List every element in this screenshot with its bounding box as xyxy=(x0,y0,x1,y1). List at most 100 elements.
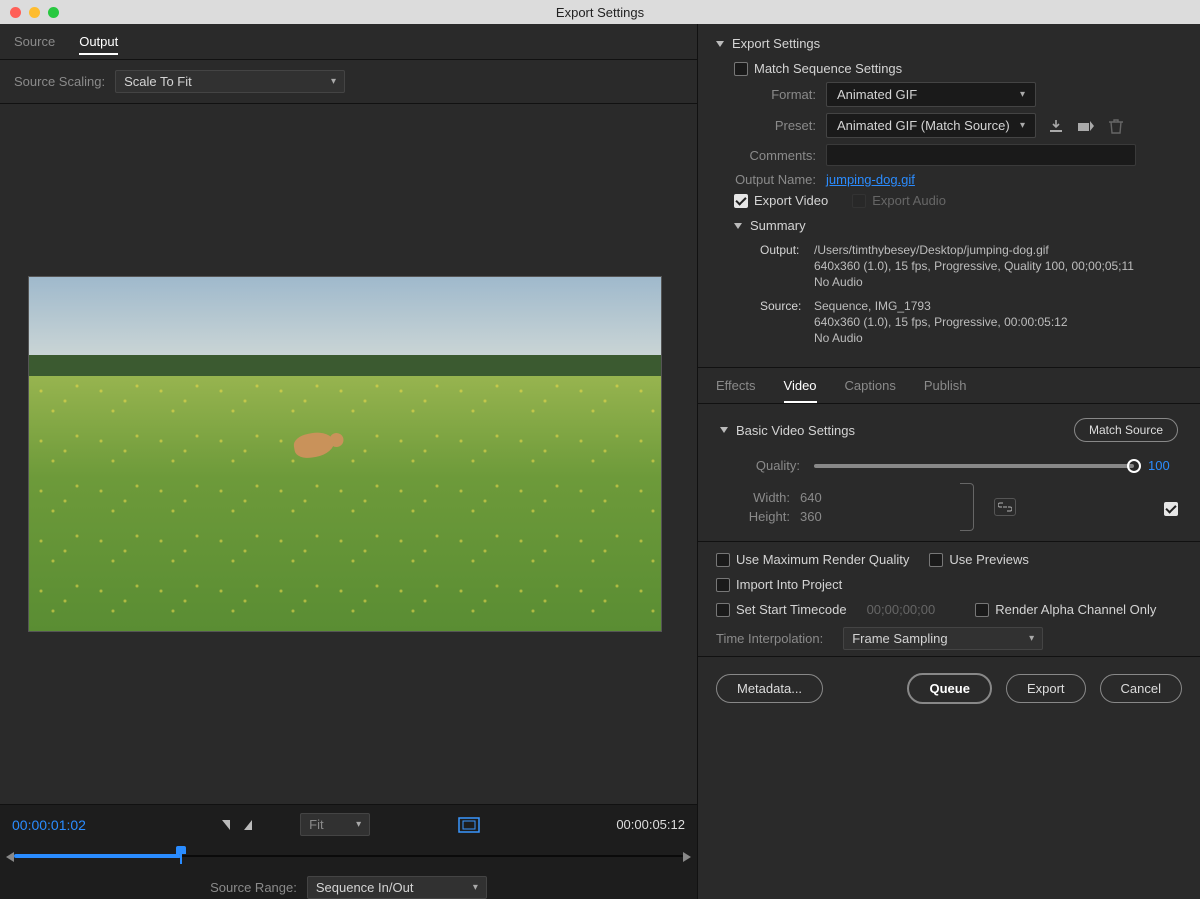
chevron-down-icon: ▾ xyxy=(473,882,478,893)
summary-header[interactable]: Summary xyxy=(734,218,1182,233)
comments-label: Comments: xyxy=(716,148,826,163)
format-dropdown[interactable]: Animated GIF ▾ xyxy=(826,82,1036,107)
source-range-value: Sequence In/Out xyxy=(316,880,414,895)
link-bracket-icon xyxy=(960,483,974,531)
render-alpha-checkbox[interactable]: Render Alpha Channel Only xyxy=(975,602,1156,617)
summary-source-key: Source: xyxy=(760,299,814,313)
range-end-handle[interactable] xyxy=(683,852,691,862)
time-interpolation-dropdown[interactable]: Frame Sampling ▾ xyxy=(843,627,1043,650)
match-source-button[interactable]: Match Source xyxy=(1074,418,1178,442)
use-previews-label: Use Previews xyxy=(949,552,1028,567)
chevron-down-icon: ▾ xyxy=(1020,89,1025,100)
max-render-quality-checkbox[interactable]: Use Maximum Render Quality xyxy=(716,552,909,567)
tab-output[interactable]: Output xyxy=(79,34,118,55)
output-name-label: Output Name: xyxy=(716,172,826,187)
cancel-button[interactable]: Cancel xyxy=(1100,674,1182,703)
quality-value[interactable]: 100 xyxy=(1148,458,1178,473)
tab-effects[interactable]: Effects xyxy=(716,378,756,403)
height-label: Height: xyxy=(720,509,800,524)
save-preset-icon[interactable] xyxy=(1046,117,1066,135)
zoom-fit-dropdown[interactable]: Fit ▾ xyxy=(300,813,370,836)
export-audio-label: Export Audio xyxy=(872,193,946,208)
tab-video[interactable]: Video xyxy=(784,378,817,403)
current-timecode[interactable]: 00:00:01:02 xyxy=(12,817,86,833)
match-sequence-checkbox[interactable]: Match Sequence Settings xyxy=(734,61,902,76)
summary-output-spec: 640x360 (1.0), 15 fps, Progressive, Qual… xyxy=(814,259,1182,273)
source-range-dropdown[interactable]: Sequence In/Out ▾ xyxy=(307,876,487,899)
format-value: Animated GIF xyxy=(837,87,917,102)
use-previews-checkbox[interactable]: Use Previews xyxy=(929,552,1028,567)
import-preset-icon[interactable] xyxy=(1076,117,1096,135)
quality-label: Quality: xyxy=(720,458,800,473)
set-start-timecode-checkbox[interactable]: Set Start Timecode xyxy=(716,602,847,617)
transport-panel: 00:00:01:02 Fit ▾ 00:00:05:12 xyxy=(0,804,697,899)
total-timecode: 00:00:05:12 xyxy=(616,817,685,832)
width-label: Width: xyxy=(720,490,800,505)
source-scaling-label: Source Scaling: xyxy=(14,74,105,89)
chevron-down-icon: ▾ xyxy=(1020,120,1025,131)
tab-publish[interactable]: Publish xyxy=(924,378,967,403)
source-scaling-dropdown[interactable]: Scale To Fit ▾ xyxy=(115,70,345,93)
chevron-down-icon: ▾ xyxy=(356,819,361,830)
import-project-label: Import Into Project xyxy=(736,577,842,592)
summary-output-audio: No Audio xyxy=(814,275,1182,289)
caret-down-icon xyxy=(716,41,724,47)
export-audio-checkbox[interactable]: Export Audio xyxy=(852,193,946,208)
export-video-checkbox[interactable]: Export Video xyxy=(734,193,828,208)
settings-tabs: Effects Video Captions Publish xyxy=(698,368,1200,404)
preset-value: Animated GIF (Match Source) xyxy=(837,118,1010,133)
caret-down-icon xyxy=(734,223,742,229)
timeline[interactable] xyxy=(14,850,683,862)
playhead[interactable] xyxy=(176,846,186,860)
match-sequence-label: Match Sequence Settings xyxy=(754,61,902,76)
render-alpha-label: Render Alpha Channel Only xyxy=(995,602,1156,617)
metadata-button[interactable]: Metadata... xyxy=(716,674,823,703)
basic-video-title: Basic Video Settings xyxy=(736,423,855,438)
window-title: Export Settings xyxy=(0,5,1200,20)
summary-output-path: /Users/timthybesey/Desktop/jumping-dog.g… xyxy=(814,243,1049,257)
format-label: Format: xyxy=(716,87,826,102)
summary-source-name: Sequence, IMG_1793 xyxy=(814,299,931,313)
tab-captions[interactable]: Captions xyxy=(845,378,896,403)
range-start-handle[interactable] xyxy=(6,852,14,862)
preview-tabs: Source Output xyxy=(0,24,697,60)
tab-source[interactable]: Source xyxy=(14,34,55,55)
aspect-ratio-button[interactable] xyxy=(458,817,480,833)
quality-slider[interactable] xyxy=(814,465,1134,467)
link-dimensions-icon[interactable] xyxy=(994,498,1016,516)
export-video-label: Export Video xyxy=(754,193,828,208)
height-value[interactable]: 360 xyxy=(800,509,822,524)
delete-preset-icon[interactable] xyxy=(1106,117,1126,135)
basic-video-header[interactable]: Basic Video Settings xyxy=(720,423,855,438)
match-source-dimensions-checkbox[interactable] xyxy=(1164,502,1178,516)
output-name-link[interactable]: jumping-dog.gif xyxy=(826,172,915,187)
zoom-fit-value: Fit xyxy=(309,817,323,832)
export-button[interactable]: Export xyxy=(1006,674,1086,703)
comments-input[interactable] xyxy=(826,144,1136,166)
summary-source-audio: No Audio xyxy=(814,331,1182,345)
source-range-label: Source Range: xyxy=(210,880,297,895)
queue-button[interactable]: Queue xyxy=(907,673,991,704)
time-interpolation-value: Frame Sampling xyxy=(852,631,947,646)
video-preview[interactable] xyxy=(28,276,662,632)
set-in-point-button[interactable] xyxy=(222,820,230,830)
max-render-label: Use Maximum Render Quality xyxy=(736,552,909,567)
set-start-tc-label: Set Start Timecode xyxy=(736,602,847,617)
set-out-point-button[interactable] xyxy=(244,820,252,830)
time-interpolation-label: Time Interpolation: xyxy=(716,631,823,646)
start-timecode-value[interactable]: 00;00;00;00 xyxy=(867,602,936,617)
summary-source-spec: 640x360 (1.0), 15 fps, Progressive, 00:0… xyxy=(814,315,1182,329)
titlebar: Export Settings xyxy=(0,0,1200,24)
chevron-down-icon: ▾ xyxy=(331,76,336,87)
preset-dropdown[interactable]: Animated GIF (Match Source) ▾ xyxy=(826,113,1036,138)
preview-area xyxy=(0,104,697,804)
caret-down-icon xyxy=(720,427,728,433)
source-scaling-value: Scale To Fit xyxy=(124,74,192,89)
preset-label: Preset: xyxy=(716,118,826,133)
summary-title: Summary xyxy=(750,218,806,233)
import-into-project-checkbox[interactable]: Import Into Project xyxy=(716,577,842,592)
export-settings-title: Export Settings xyxy=(732,36,820,51)
export-settings-header[interactable]: Export Settings xyxy=(716,36,1182,51)
summary-output-key: Output: xyxy=(760,243,814,257)
width-value[interactable]: 640 xyxy=(800,490,822,505)
